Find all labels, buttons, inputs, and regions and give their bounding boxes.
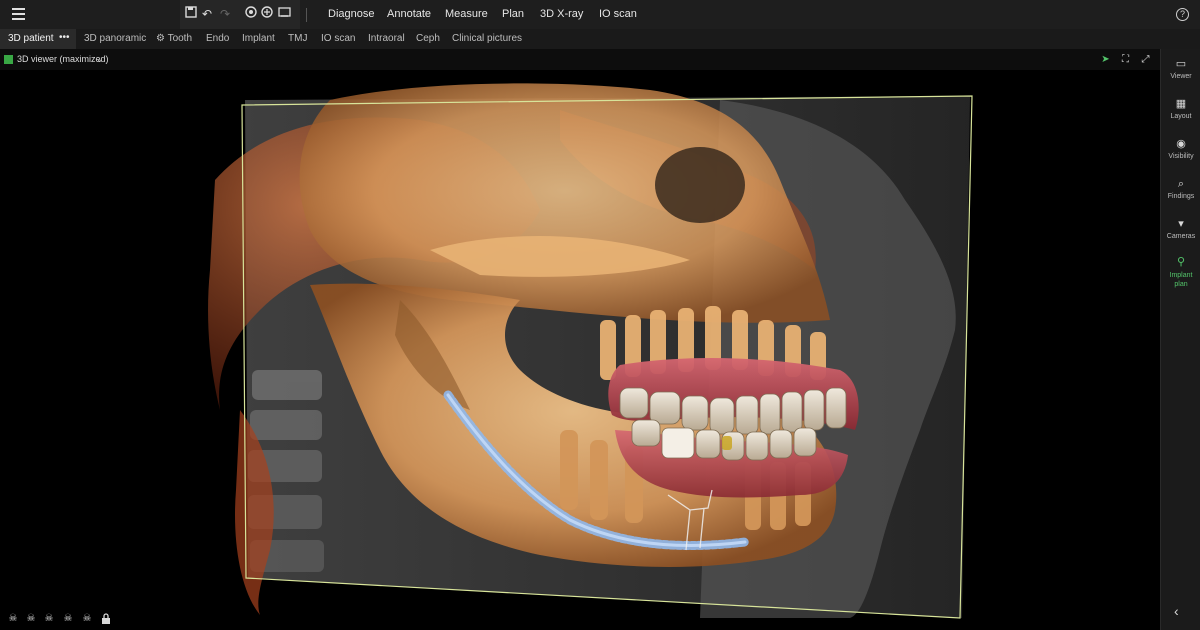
tab-3d-panoramic[interactable]: 3D panoramic [84,29,146,49]
sidebar-item-visibility[interactable]: ◉ Visibility [1161,137,1200,160]
view-tabs: 3D patient ••• 3D panoramic ⚙ Tooth Endo… [0,29,1200,49]
tab-tooth[interactable]: ⚙ Tooth [156,29,192,49]
menu-plan[interactable]: Plan [502,0,524,29]
sidebar-item-layout[interactable]: ▦ Layout [1161,97,1200,120]
skull-view-back-icon[interactable]: ☠ [26,613,36,624]
sidebar-item-label: Visibility [1168,153,1194,160]
viewer-header: 3D viewer (maximized) ⌄ ➤ ⛶ ⤢ [0,49,1160,70]
menu-io-scan[interactable]: IO scan [599,0,637,29]
skull-view-right-icon[interactable]: ☠ [63,613,73,624]
sidebar-item-label: Cameras [1166,233,1196,240]
sidebar-item-label: Findings [1167,193,1195,200]
tab-io-scan[interactable]: IO scan [321,29,355,49]
sidebar-item-label: Layout [1170,113,1192,120]
redo-icon[interactable]: ↷ [218,6,232,22]
right-sidebar: ▭ Viewer ▦ Layout ◉ Visibility ⌕ Finding… [1160,49,1200,630]
sidebar-item-viewer[interactable]: ▭ Viewer [1161,57,1200,80]
menu-annotate[interactable]: Annotate [387,0,431,29]
more-options-icon[interactable]: ••• [59,29,70,49]
implant-icon: ⚲ [1176,256,1186,268]
menu-diagnose[interactable]: Diagnose [328,0,374,29]
tab-implant[interactable]: Implant [242,29,275,49]
skull-view-left-icon[interactable]: ☠ [44,613,54,624]
viewer-icon: ▭ [1175,58,1187,70]
tab-endo[interactable]: Endo [206,29,229,49]
chevron-down-icon[interactable]: ⌄ [96,49,104,70]
save-icon[interactable] [184,6,198,22]
layout-icon: ▦ [1175,98,1187,110]
viewer-title[interactable]: 3D viewer (maximized) [17,49,109,70]
menu-3d-xray[interactable]: 3D X-ray [540,0,583,29]
expand-icon[interactable]: ⤢ [1140,54,1151,65]
tooth-icon[interactable] [244,6,258,22]
tab-tmj[interactable]: TMJ [288,29,307,49]
sidebar-item-label: Implant plan [1169,272,1193,288]
top-toolbar: ↶ ↷ Diagnose Annotate Measure Plan 3D X-… [0,0,1200,29]
menu-measure[interactable]: Measure [445,0,488,29]
sidebar-item-cameras[interactable]: ▾ Cameras [1161,217,1200,240]
screen-icon[interactable] [277,6,291,22]
sidebar-item-implant-plan[interactable]: ⚲ Implant plan [1161,255,1200,289]
3d-viewport[interactable]: ☠ ☠ ☠ ☠ ☠ [0,70,1160,630]
3d-skull-render [208,83,973,619]
undo-icon[interactable]: ↶ [200,6,214,22]
tab-ceph[interactable]: Ceph [416,29,440,49]
tab-intraoral[interactable]: Intraoral [368,29,405,49]
help-icon[interactable]: ? [1176,8,1189,21]
hamburger-menu-icon[interactable] [12,8,25,20]
fit-view-icon[interactable]: ⛶ [1120,54,1131,65]
cube-icon [4,55,13,64]
collapse-sidebar-icon[interactable]: ‹ [1174,603,1179,619]
camera-icon: ▾ [1178,218,1184,230]
lock-view-icon[interactable] [101,613,111,624]
sidebar-item-findings[interactable]: ⌕ Findings [1161,177,1200,200]
tab-clinical-pictures[interactable]: Clinical pictures [452,29,522,49]
eye-icon: ◉ [1176,138,1186,150]
skull-view-top-icon[interactable]: ☠ [82,613,92,624]
sidebar-item-label: Viewer [1170,73,1192,80]
quick-actions-toolbox: ↶ ↷ [180,0,300,29]
toolbar-divider [306,8,307,22]
skull-view-front-icon[interactable]: ☠ [8,613,18,624]
findings-icon: ⌕ [1177,178,1185,190]
cursor-icon[interactable]: ➤ [1100,54,1111,65]
tooth-settings-icon[interactable] [260,6,274,22]
